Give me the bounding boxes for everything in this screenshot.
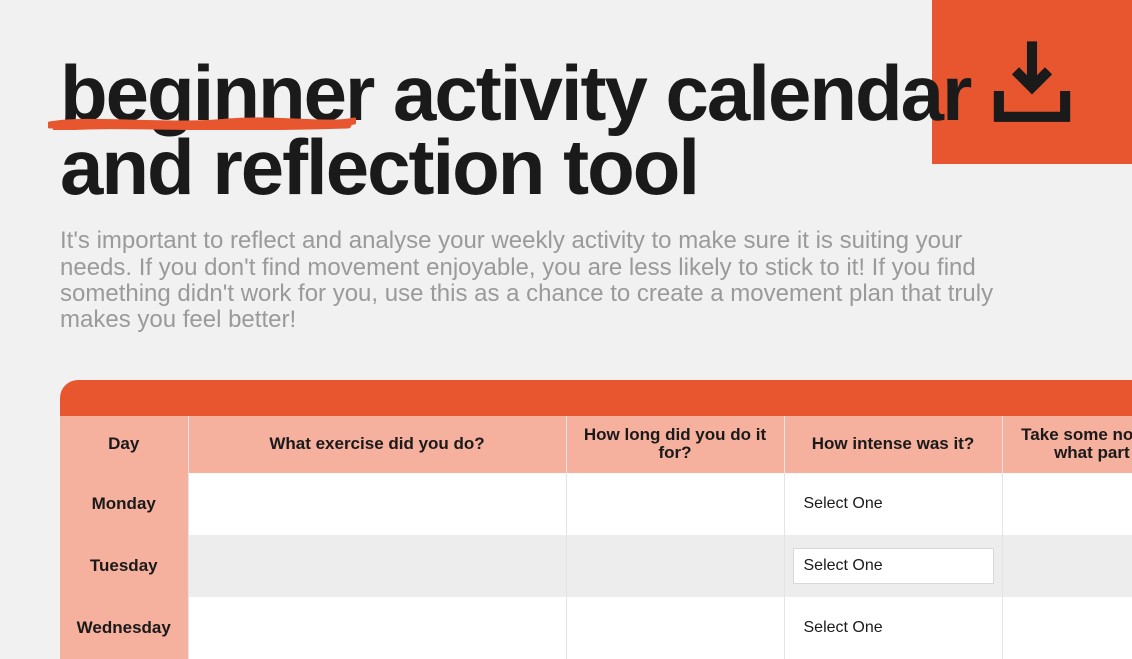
calendar-table-wrap: Day What exercise did you do? How long d… xyxy=(60,380,1132,659)
exercise-input[interactable] xyxy=(188,473,566,535)
intensity-cell: Select One xyxy=(784,535,1002,597)
col-header-day: Day xyxy=(60,416,188,473)
day-label: Wednesday xyxy=(60,597,188,659)
intensity-cell: Select One xyxy=(784,473,1002,535)
col-header-exercise: What exercise did you do? xyxy=(188,416,566,473)
exercise-input[interactable] xyxy=(188,535,566,597)
day-label: Tuesday xyxy=(60,535,188,597)
duration-input[interactable] xyxy=(566,597,784,659)
notes-input[interactable] xyxy=(1002,535,1132,597)
duration-input[interactable] xyxy=(566,535,784,597)
table-row: Monday Select One xyxy=(60,473,1132,535)
intensity-select[interactable]: Select One xyxy=(793,548,994,584)
page-subtitle: It's important to reflect and analyse yo… xyxy=(60,228,1020,334)
calendar-table: Day What exercise did you do? How long d… xyxy=(60,416,1132,659)
notes-input[interactable] xyxy=(1002,473,1132,535)
table-row: Wednesday Select One xyxy=(60,597,1132,659)
page-title: beginner activity calendar and reflectio… xyxy=(60,56,1072,204)
table-top-bar xyxy=(60,380,1132,416)
col-header-notes: Take some notes on what part of xyxy=(1002,416,1132,473)
col-header-duration: How long did you do it for? xyxy=(566,416,784,473)
intensity-select[interactable]: Select One xyxy=(793,486,994,522)
col-header-intensity: How intense was it? xyxy=(784,416,1002,473)
day-label: Monday xyxy=(60,473,188,535)
table-row: Tuesday Select One xyxy=(60,535,1132,597)
exercise-input[interactable] xyxy=(188,597,566,659)
intensity-select[interactable]: Select One xyxy=(793,610,994,646)
duration-input[interactable] xyxy=(566,473,784,535)
intensity-cell: Select One xyxy=(784,597,1002,659)
notes-input[interactable] xyxy=(1002,597,1132,659)
